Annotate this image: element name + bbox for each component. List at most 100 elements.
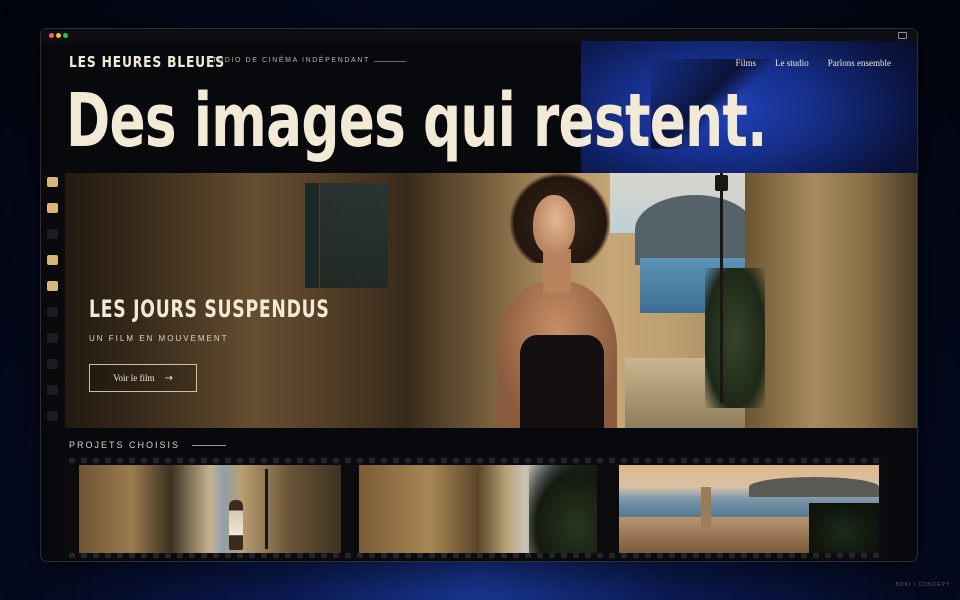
film-sprocket <box>453 458 459 463</box>
perforation <box>47 255 58 265</box>
film-sprocket <box>201 553 207 558</box>
film-sprocket <box>333 553 339 558</box>
thumbnail-pines <box>809 503 879 553</box>
film-sprocket <box>309 458 315 463</box>
film-title: LES JOURS SUSPENDUS <box>89 295 330 323</box>
film-sprocket <box>81 553 87 558</box>
film-sprocket <box>489 553 495 558</box>
film-sprocket <box>333 458 339 463</box>
film-sprocket <box>513 458 519 463</box>
film-sprocket <box>369 553 375 558</box>
film-sprocket <box>393 553 399 558</box>
film-sprocket <box>549 458 555 463</box>
film-sprocket <box>141 553 147 558</box>
nav-link-parlons-ensemble[interactable]: Parlons ensemble <box>828 58 891 68</box>
film-sprocket <box>621 458 627 463</box>
film-sprocket <box>489 458 495 463</box>
film-sprocket <box>441 458 447 463</box>
film-sprocket <box>645 553 651 558</box>
project-thumbnail-1[interactable] <box>79 465 341 553</box>
perforation <box>47 229 58 239</box>
film-sprocket <box>873 553 879 558</box>
film-sprocket <box>849 553 855 558</box>
film-sprocket <box>525 553 531 558</box>
film-sprocket <box>789 553 795 558</box>
tagline-divider <box>374 61 406 62</box>
film-sprocket <box>93 458 99 463</box>
close-window-icon[interactable] <box>49 33 54 38</box>
film-sprocket <box>153 458 159 463</box>
film-sprocket <box>129 553 135 558</box>
minimize-window-icon[interactable] <box>56 33 61 38</box>
woman-face <box>533 195 575 255</box>
film-sprocket <box>825 553 831 558</box>
film-sprocket <box>393 458 399 463</box>
perforation <box>47 307 58 317</box>
film-sprocket <box>501 553 507 558</box>
film-sprocket <box>141 458 147 463</box>
film-sprocket <box>777 553 783 558</box>
film-sprocket <box>225 553 231 558</box>
film-sprocket <box>129 458 135 463</box>
film-sprocket <box>273 553 279 558</box>
film-sprocket <box>537 458 543 463</box>
film-sprocket <box>297 458 303 463</box>
watch-film-button[interactable]: Voir le film → <box>89 364 197 392</box>
woman-neck <box>543 249 571 293</box>
maximize-window-icon[interactable] <box>63 33 68 38</box>
projects-divider <box>192 445 226 446</box>
film-sprocket <box>573 553 579 558</box>
film-sprocket <box>477 553 483 558</box>
film-sprocket <box>465 458 471 463</box>
perforation <box>47 203 58 213</box>
film-sprocket <box>705 553 711 558</box>
film-sprocket <box>717 458 723 463</box>
film-sprocket <box>189 553 195 558</box>
film-sprocket <box>105 553 111 558</box>
hero-hill <box>635 195 755 265</box>
film-sprocket <box>321 553 327 558</box>
film-sprocket <box>417 553 423 558</box>
film-sprocket <box>597 458 603 463</box>
perforation <box>47 177 58 187</box>
window-icon <box>898 32 907 39</box>
film-sprocket <box>537 553 543 558</box>
film-sprocket <box>117 553 123 558</box>
film-sprocket <box>261 553 267 558</box>
film-sprocket <box>249 458 255 463</box>
film-sprocket <box>369 458 375 463</box>
film-sprocket <box>405 458 411 463</box>
film-sprocket <box>69 553 75 558</box>
film-sprocket <box>777 458 783 463</box>
film-sprocket <box>561 553 567 558</box>
film-sprocket <box>633 553 639 558</box>
film-sprocket <box>681 553 687 558</box>
nav-link-films[interactable]: Films <box>735 58 756 68</box>
concept-watermark: BOKI / CONCEPT <box>895 582 950 588</box>
perforation <box>47 385 58 395</box>
film-sprocket <box>801 458 807 463</box>
projects-filmstrip <box>65 455 893 560</box>
film-sprocket <box>309 553 315 558</box>
thumbnail-town <box>619 517 809 553</box>
film-sprocket <box>213 458 219 463</box>
main-nav: Films Le studio Parlons ensemble <box>735 58 891 68</box>
project-thumbnail-3[interactable] <box>619 465 879 553</box>
film-sprocket <box>657 458 663 463</box>
film-sprocket <box>681 458 687 463</box>
film-sprocket <box>465 553 471 558</box>
film-sprocket <box>381 458 387 463</box>
perforation <box>47 281 58 291</box>
film-sprocket <box>621 553 627 558</box>
film-sprocket <box>585 553 591 558</box>
film-sprocket <box>177 458 183 463</box>
nav-link-le-studio[interactable]: Le studio <box>775 58 809 68</box>
project-thumbnail-2[interactable] <box>359 465 597 553</box>
film-sprocket <box>441 553 447 558</box>
film-sprocket <box>729 553 735 558</box>
film-sprocket <box>381 553 387 558</box>
site-logo[interactable]: LES HEURES BLEUES <box>69 53 225 71</box>
film-sprocket <box>693 553 699 558</box>
film-sprocket <box>633 458 639 463</box>
film-sprocket <box>861 553 867 558</box>
